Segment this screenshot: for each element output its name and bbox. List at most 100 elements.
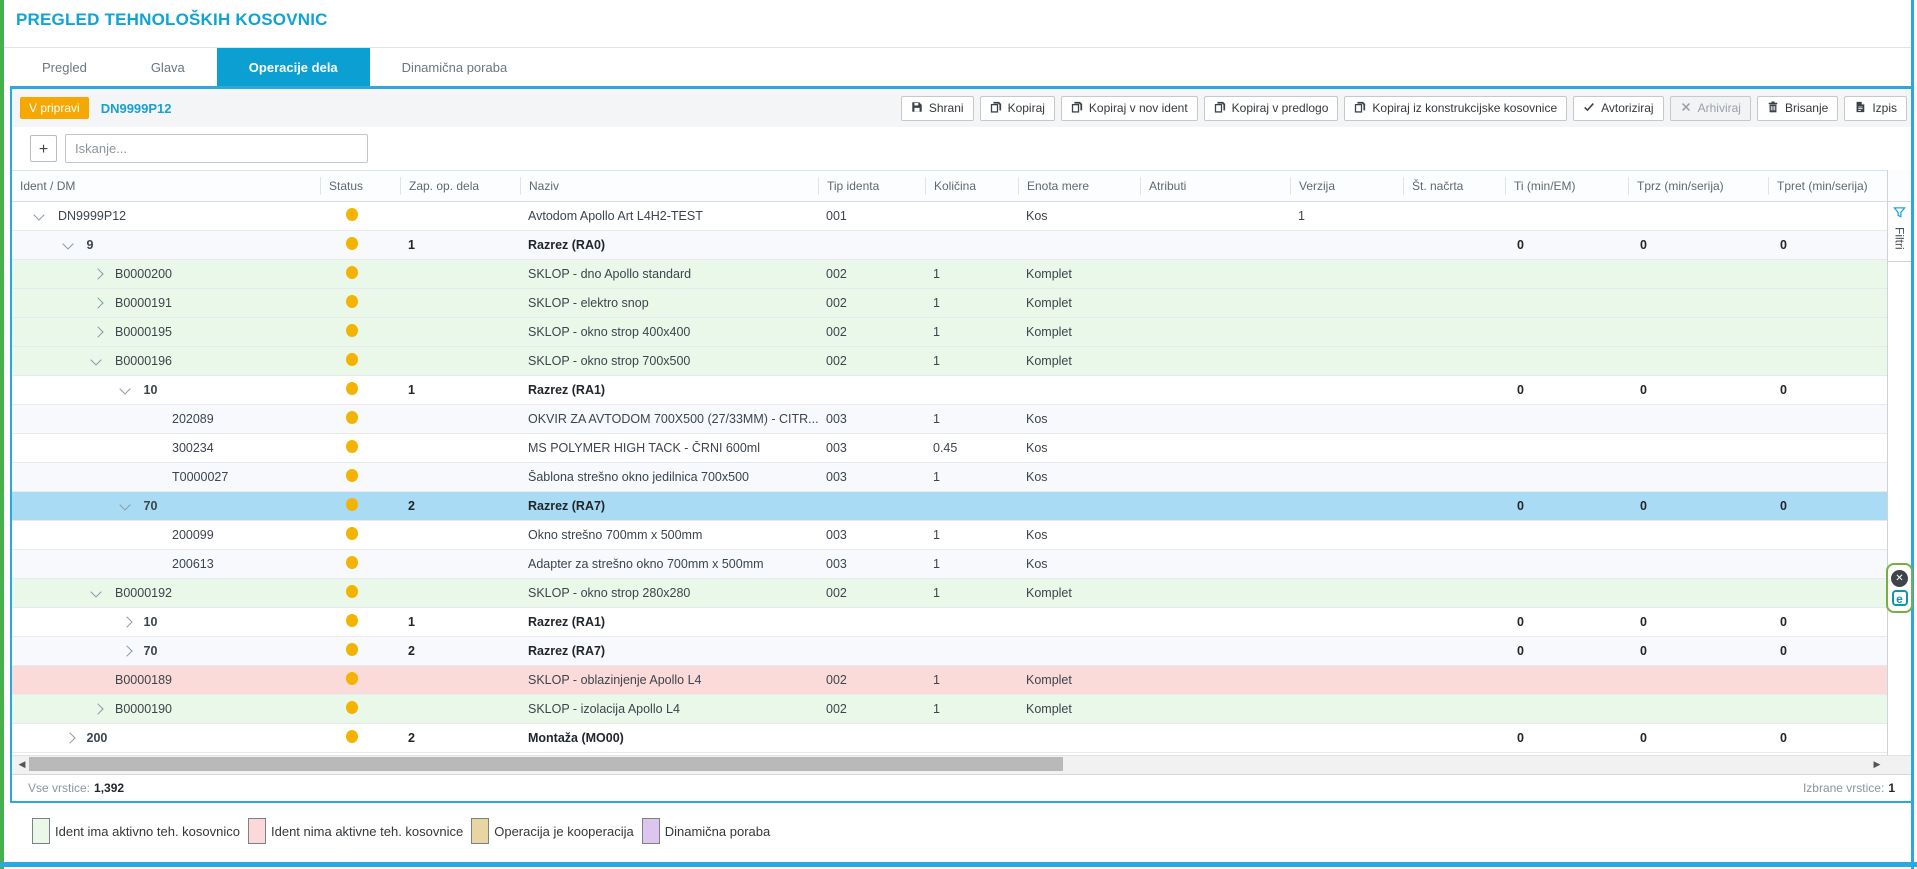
tpret-cell: 0 — [1768, 615, 1887, 629]
scrollbar-thumb[interactable] — [29, 757, 1063, 771]
filters-tab[interactable]: Filtri — [1888, 202, 1911, 262]
save-icon — [911, 101, 923, 116]
column-header[interactable]: Ti (min/EM) — [1505, 177, 1628, 195]
chevron-right-icon[interactable] — [92, 326, 103, 337]
scroll-right-arrow-icon[interactable]: ▶ — [1869, 756, 1885, 772]
table-row[interactable]: 200613Adapter za strešno okno 700mm x 50… — [12, 550, 1887, 579]
column-header[interactable]: Verzija — [1290, 177, 1403, 195]
table-row[interactable]: B0000200SKLOP - dno Apollo standard0021K… — [12, 260, 1887, 289]
brisanje-button[interactable]: Brisanje — [1757, 96, 1838, 121]
add-button[interactable]: + — [30, 135, 57, 162]
kopiraj-v-predlogo-button[interactable]: Kopiraj v predlogo — [1204, 96, 1339, 121]
chevron-down-icon[interactable] — [62, 238, 73, 249]
column-header[interactable]: Št. načrta — [1403, 177, 1505, 195]
table-row[interactable]: 300234MS POLYMER HIGH TACK - ČRNI 600ml0… — [12, 434, 1887, 463]
table-row[interactable]: 200099Okno strešno 700mm x 500mm0031Kos — [12, 521, 1887, 550]
kopiraj-iz-konstrukcijske-kosovnice-button[interactable]: Kopiraj iz konstrukcijske kosovnice — [1344, 96, 1567, 121]
tab-pregled[interactable]: Pregled — [10, 48, 119, 86]
horizontal-scrollbar[interactable]: ◀ ▶ — [12, 755, 1911, 774]
chevron-down-icon[interactable] — [119, 383, 130, 394]
ident-label: DN9999P12 — [58, 209, 126, 223]
column-header[interactable]: Status — [320, 177, 400, 195]
legend-label: Ident nima aktivne teh. kosovnice — [271, 824, 463, 839]
status-cell — [320, 208, 400, 224]
zap-op-dela-cell: 2 — [400, 731, 520, 745]
table-row[interactable]: B0000189SKLOP - oblazinjenje Apollo L400… — [12, 666, 1887, 695]
column-header[interactable]: Enota mere — [1018, 177, 1140, 195]
trash-icon — [1767, 101, 1779, 116]
kopiraj-button[interactable]: Kopiraj — [980, 96, 1055, 121]
chevron-down-icon[interactable] — [33, 209, 44, 220]
tab-operacije-dela[interactable]: Operacije dela — [217, 48, 370, 86]
app-logo-icon[interactable]: e — [1892, 590, 1908, 606]
column-header[interactable]: Tprz (min/serija) — [1628, 177, 1768, 195]
column-header[interactable]: Količina — [925, 177, 1018, 195]
table-row[interactable]: B0000191SKLOP - elektro snop0021Komplet — [12, 289, 1887, 318]
naziv-cell: Razrez (RA1) — [520, 383, 818, 397]
ident-cell: T0000027 — [12, 470, 320, 484]
column-header[interactable]: Tip identa — [818, 177, 925, 195]
chevron-right-icon[interactable] — [64, 732, 75, 743]
naziv-cell: SKLOP - okno strop 700x500 — [520, 354, 818, 368]
tip-cell: 003 — [818, 528, 925, 542]
column-header[interactable]: Tpret (min/serija) — [1768, 177, 1887, 195]
chevron-right-icon[interactable] — [121, 616, 132, 627]
status-cell — [320, 672, 400, 688]
chevron-right-icon[interactable] — [121, 645, 132, 656]
check-icon — [1583, 101, 1595, 116]
naziv-cell: Razrez (RA1) — [520, 615, 818, 629]
column-header[interactable]: Zap. op. dela — [400, 177, 520, 195]
table-row[interactable]: T0000027Šablona strešno okno jedilnica 7… — [12, 463, 1887, 492]
table-row[interactable]: 202089OKVIR ZA AVTODOM 700X500 (27/33MM)… — [12, 405, 1887, 434]
all-rows-label: Vse vrstice: — [28, 781, 90, 795]
right-rail: Filtri — [1887, 170, 1911, 755]
kopiraj-v-nov-ident-button[interactable]: Kopiraj v nov ident — [1061, 96, 1198, 121]
arhiviraj-button[interactable]: Arhiviraj — [1670, 96, 1751, 121]
table-row[interactable]: B0000190SKLOP - izolacija Apollo L40021K… — [12, 695, 1887, 724]
chevron-right-icon[interactable] — [92, 297, 103, 308]
search-input[interactable] — [65, 134, 368, 163]
naziv-cell: SKLOP - dno Apollo standard — [520, 267, 818, 281]
tprz-cell: 0 — [1628, 383, 1768, 397]
status-cell — [320, 237, 400, 253]
close-icon[interactable]: ✕ — [1891, 570, 1908, 587]
floating-widget: ✕ e — [1886, 563, 1913, 613]
column-header[interactable]: Atributi — [1140, 177, 1290, 195]
tab-dinami-na-poraba[interactable]: Dinamična poraba — [370, 48, 540, 86]
table-row[interactable]: 2002Montaža (MO00)000 — [12, 724, 1887, 753]
column-header[interactable]: Ident / DM — [12, 177, 320, 195]
table-row[interactable]: 101Razrez (RA1)000 — [12, 608, 1887, 637]
table-row[interactable]: 91Razrez (RA0)000 — [12, 231, 1887, 260]
ident-cell: 200613 — [12, 557, 320, 571]
verzija-cell: 1 — [1290, 209, 1403, 223]
table-row[interactable]: DN9999P12Avtodom Apollo Art L4H2-TEST001… — [12, 202, 1887, 231]
table-row[interactable]: B0000196SKLOP - okno strop 700x5000021Ko… — [12, 347, 1887, 376]
chevron-right-icon[interactable] — [92, 268, 103, 279]
ident-label: B0000189 — [115, 673, 172, 687]
tab-glava[interactable]: Glava — [119, 48, 217, 86]
chevron-right-icon[interactable] — [92, 703, 103, 714]
chevron-down-icon[interactable] — [90, 586, 101, 597]
chevron-down-icon[interactable] — [119, 499, 130, 510]
status-dot-icon — [346, 353, 358, 366]
page-bottom-accent-bar — [0, 862, 1917, 867]
scroll-left-arrow-icon[interactable]: ◀ — [14, 756, 30, 772]
avtoriziraj-button[interactable]: Avtoriziraj — [1573, 96, 1663, 121]
table-row[interactable]: B0000195SKLOP - okno strop 400x4000021Ko… — [12, 318, 1887, 347]
izpis-button[interactable]: Izpis — [1844, 96, 1907, 121]
table-row[interactable]: 702Razrez (RA7)000 — [12, 637, 1887, 666]
status-cell — [320, 353, 400, 369]
zap-op-dela-cell: 1 — [400, 615, 520, 629]
grid-footer: Vse vrstice: 1,392 Izbrane vrstice: 1 — [12, 774, 1911, 801]
grid-zone: Ident / DMStatusZap. op. delaNazivTip id… — [12, 170, 1911, 755]
page-title: PREGLED TEHNOLOŠKIH KOSOVNIC — [16, 10, 328, 30]
kolicina-cell: 0.45 — [925, 441, 1018, 455]
table-row[interactable]: 702Razrez (RA7)000 — [12, 492, 1887, 521]
enota-cell: Komplet — [1018, 702, 1140, 716]
chevron-down-icon[interactable] — [90, 354, 101, 365]
shrani-button[interactable]: Shrani — [901, 96, 974, 121]
table-row[interactable]: 101Razrez (RA1)000 — [12, 376, 1887, 405]
column-header[interactable]: Naziv — [520, 177, 818, 195]
table-row[interactable]: B0000192SKLOP - okno strop 280x2800021Ko… — [12, 579, 1887, 608]
status-cell — [320, 266, 400, 282]
